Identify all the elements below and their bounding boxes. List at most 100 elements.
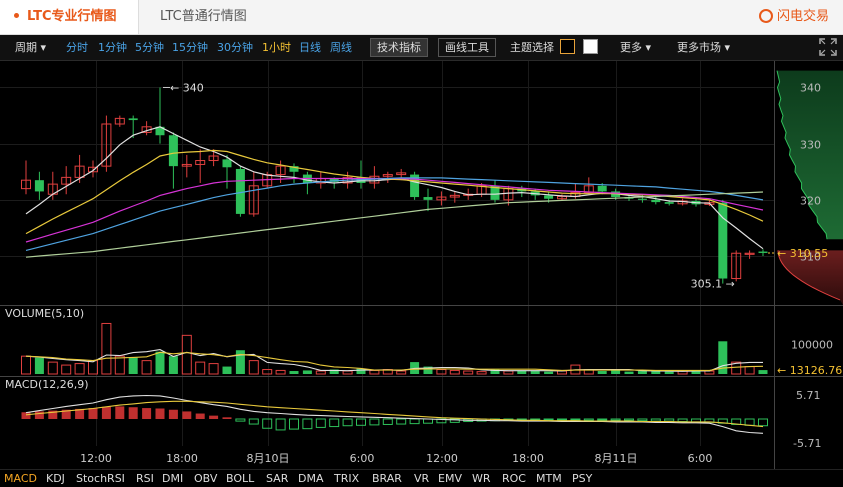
tab-normal-label: LTC普通行情图 [160,9,247,24]
period-dropdown[interactable]: 周期 ▾ [15,35,46,60]
macd-hist-bar-neg [369,418,380,426]
more-markets-dropdown[interactable]: 更多市场 ▾ [677,35,730,60]
indicator-psy[interactable]: PSY [572,470,592,487]
indicator-stochrsi[interactable]: StochRSI [76,470,125,487]
chevron-down-icon: ▾ [645,41,652,54]
macd-hist-bar-pos [88,408,98,419]
macd-hist-bar-neg [275,418,286,431]
theme-swatch-dark[interactable] [560,39,575,54]
interval-5[interactable]: 30分钟 [217,35,253,60]
indicator-bar: MACD KDJ StochRSI RSI DMI OBV BOLL SAR DMA TRIX BR… [0,469,843,487]
volume-bar-up [369,369,380,375]
interval-6[interactable]: 1小时 [262,35,291,60]
volume-bar-up [181,334,192,375]
volume-bar-up [101,322,112,375]
time-tick-label: 8月11日 [595,452,638,465]
indicator-roc[interactable]: ROC [502,470,526,487]
volume-bar-up [396,370,407,375]
indicator-wr[interactable]: WR [472,470,491,487]
indicators-button[interactable]: 技术指标 [370,38,428,57]
macd-hist-bar-neg [396,418,407,425]
macd-hist-bar-neg [664,418,675,422]
candle-body-down [651,199,661,203]
volume-bar-up [21,355,31,375]
chart-area[interactable]: 100000 ← 13126.76 5.71 -5.71 340 330 320 310 ←… [0,61,843,469]
macd-hist-bar-neg [315,418,326,428]
volume-title: VOLUME(5,10) [5,307,84,320]
volume-bar-up [114,355,125,375]
volume-bar-up [449,369,460,375]
macd-hist-bar-neg [570,418,581,421]
fullscreen-button[interactable] [818,37,838,62]
tab-bar: LTC专业行情图 LTC普通行情图 闪电交易 [0,0,843,35]
indicator-trix[interactable]: TRIX [334,470,359,487]
macd-hist-bar-neg [583,418,594,421]
macd-tick-bottom: -5.71 [793,437,821,450]
macd-hist-bar-neg [289,418,299,430]
interval-7[interactable]: 日线 [299,35,321,60]
time-tick-label: 6:00 [350,452,375,465]
time-tick-label: 18:00 [166,452,198,465]
indicator-emv[interactable]: EMV [438,470,462,487]
volume-bar-down [530,371,540,374]
macd-hist-bar-pos [222,417,232,419]
tab-pro-label: LTC专业行情图 [27,9,117,24]
time-tick-label: 12:00 [426,452,458,465]
candle-body-down [128,118,138,121]
volume-bar-down [637,371,647,374]
macd-hist-bar-pos [182,411,192,419]
indicator-sar[interactable]: SAR [266,470,288,487]
draw-tools-button[interactable]: 画线工具 [438,38,496,57]
indicator-kdj[interactable]: KDJ [46,470,65,487]
volume-bar-up [463,370,474,375]
macd-hist-bar-neg [744,418,755,426]
volume-bar-down [155,351,165,374]
tab-normal-chart[interactable]: LTC普通行情图 [160,0,247,34]
indicator-vr[interactable]: VR [414,470,429,487]
indicator-dmi[interactable]: DMI [162,470,183,487]
indicator-obv[interactable]: OBV [194,470,217,487]
brand[interactable]: 闪电交易 [758,0,829,34]
macd-hist-bar-neg [650,418,661,422]
candle-body-down [235,168,245,214]
interval-8[interactable]: 周线 [330,35,352,60]
active-dot-icon [14,13,19,18]
indicator-rsi[interactable]: RSI [136,470,154,487]
volume-bar-down [356,368,366,374]
volume-bar-down [128,357,138,374]
indicator-macd[interactable]: MACD [4,470,37,487]
ma-line [25,149,764,235]
macd-tick-top: 5.71 [796,389,821,402]
tab-pro-chart[interactable]: LTC专业行情图 [0,0,139,34]
macd-hist-bar-neg [262,418,273,429]
indicator-dma[interactable]: DMA [298,470,324,487]
time-tick-label: 12:00 [80,452,112,465]
interval-1[interactable]: 分时 [66,35,88,60]
macd-hist-bar-neg [637,418,648,422]
volume-bar-up [262,369,273,375]
theme-swatch-light[interactable] [583,39,598,54]
kline-chart[interactable]: 100000← 13126.76 5.71-5.71 340330320310←… [0,61,843,469]
more-dropdown[interactable]: 更多 ▾ [620,35,651,60]
time-tick-label: 6:00 [688,452,713,465]
theme-label: 主题选择 [510,41,554,54]
macd-hist-bar-pos [142,408,152,419]
macd-hist-bar-neg [235,418,246,422]
volume-bar-down [758,370,768,374]
macd-hist-bar-neg [597,418,608,421]
macd-hist-bar-pos [115,406,125,419]
indicator-brar[interactable]: BRAR [372,470,402,487]
interval-4[interactable]: 15分钟 [172,35,208,60]
time-tick-label: 8月10日 [247,452,290,465]
indicator-boll[interactable]: BOLL [226,470,254,487]
macd-hist-bar-neg [758,418,768,427]
macd-hist-bar-pos [21,412,31,419]
interval-2[interactable]: 1分钟 [98,35,127,60]
macd-hist-bar-neg [382,418,393,425]
volume-bar-up [275,369,286,375]
indicator-mtm[interactable]: MTM [536,470,562,487]
volume-bar-down [611,370,621,374]
interval-3[interactable]: 5分钟 [135,35,164,60]
volume-bar-up [248,360,259,375]
chevron-down-icon: ▾ [40,41,47,54]
